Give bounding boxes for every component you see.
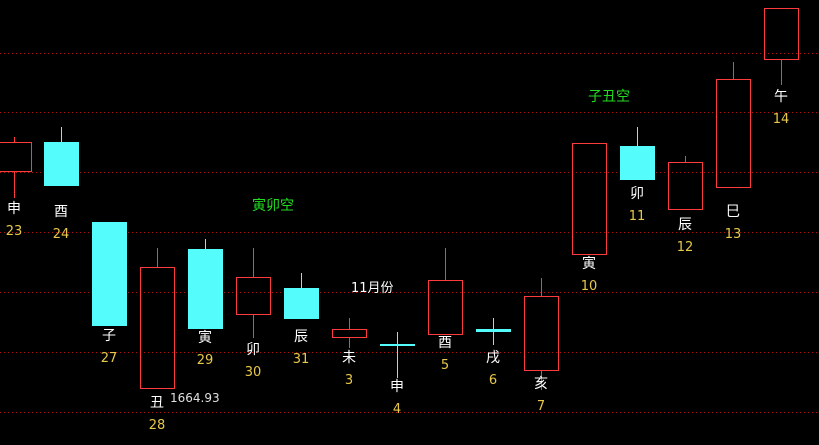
candle-day-label: 12 <box>677 240 694 255</box>
candle-body <box>380 344 415 346</box>
candle-branch-label: 辰 <box>678 217 692 233</box>
candle-branch-label: 卯 <box>630 186 644 202</box>
candle-branch-label: 巳 <box>726 204 740 220</box>
candle-branch-label: 亥 <box>534 376 548 392</box>
candle-day-label: 5 <box>441 358 449 373</box>
candle-body <box>284 288 319 319</box>
candle <box>188 239 223 329</box>
annotation-zi-chou-kong: 子丑空 <box>588 89 630 105</box>
candle-branch-label: 寅 <box>198 329 212 346</box>
candle-day-label: 7 <box>537 399 545 414</box>
candle-body <box>44 142 79 186</box>
candle-body <box>188 249 223 329</box>
candle-day-label: 23 <box>6 224 23 239</box>
candle-branch-label: 寅 <box>582 255 596 272</box>
candle-branch-label: 丑 <box>150 395 164 411</box>
candle-branch-label: 卯 <box>246 342 260 358</box>
candle-day-label: 3 <box>345 373 353 388</box>
annotation-yin-mao-kong: 寅卯空 <box>252 197 294 214</box>
candle-branch-label: 辰 <box>294 329 308 345</box>
month-label: 11月份 <box>351 281 394 296</box>
candle-day-label: 24 <box>53 227 70 242</box>
candle-day-label: 31 <box>293 352 310 367</box>
low-value-label: 1664.93 <box>170 391 220 405</box>
candle-body <box>92 222 127 326</box>
candle-day-label: 13 <box>725 227 742 242</box>
candle-branch-label: 戌 <box>486 350 500 366</box>
candle-branch-label: 申 <box>7 201 21 217</box>
candle-day-label: 14 <box>773 112 790 127</box>
candle-day-label: 29 <box>197 353 214 368</box>
candle-day-label: 4 <box>393 402 401 417</box>
candle-day-label: 28 <box>149 418 166 433</box>
candle-day-label: 10 <box>581 279 598 294</box>
candle-branch-label: 子 <box>102 328 116 344</box>
candle-branch-label: 未 <box>342 350 356 366</box>
candle-day-label: 27 <box>101 351 118 366</box>
candle-day-label: 30 <box>245 365 262 380</box>
candle-day-label: 6 <box>489 373 497 388</box>
candle-branch-label: 酉 <box>54 204 68 220</box>
candle-body <box>476 329 511 332</box>
candle-branch-label: 午 <box>774 89 788 105</box>
candle-day-label: 11 <box>629 209 646 224</box>
candle-branch-label: 申 <box>390 379 404 395</box>
candle-body <box>620 146 655 180</box>
candle <box>92 222 127 326</box>
candle-branch-label: 酉 <box>438 335 452 351</box>
candlestick-chart: 申 23 酉 24 子 27 丑 28 寅 29 卯 30 辰 31 未 3 申 4 酉 5 戌 6 亥 7 寅 10 卯 11 辰 12… <box>0 0 819 445</box>
